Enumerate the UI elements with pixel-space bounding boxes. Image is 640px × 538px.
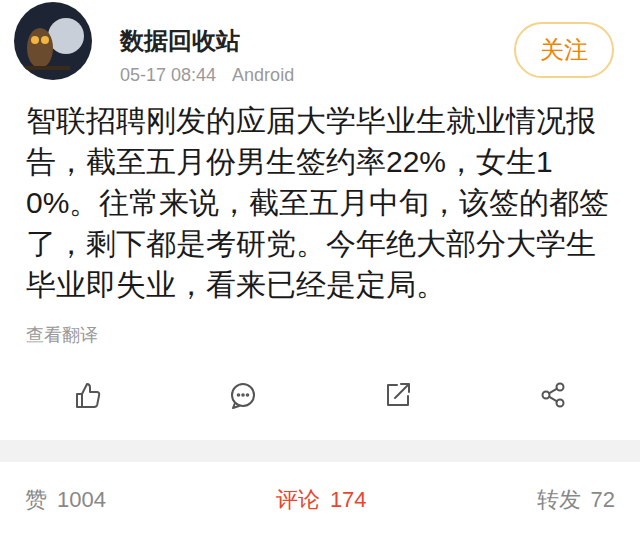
comment-icon[interactable]	[228, 380, 258, 410]
stat-label: 赞	[25, 486, 47, 514]
post-header: 数据回收站 05-17 08:44 Android 关注	[0, 0, 640, 100]
user-name[interactable]: 数据回收站	[120, 26, 294, 56]
post-device: Android	[232, 64, 294, 86]
post-text: 智联招聘刚发的应届大学毕业生就业情况报告，截至五月份男生签约率22%，女生10%…	[0, 100, 640, 305]
stat-label: 转发	[537, 486, 581, 514]
follow-button[interactable]: 关注	[514, 22, 614, 78]
repost-icon[interactable]	[383, 380, 413, 410]
stats-bar: 赞 1004 评论 174 转发 72	[0, 462, 640, 538]
stat-count: 1004	[57, 486, 106, 514]
stat-label: 评论	[276, 486, 320, 514]
stat-tab[interactable]: 赞 1004	[25, 486, 106, 514]
stat-count: 72	[591, 486, 615, 514]
post-meta: 05-17 08:44 Android	[120, 64, 294, 86]
translate-link[interactable]: 查看翻译	[0, 323, 640, 347]
share-icon[interactable]	[538, 380, 568, 410]
post-time: 05-17 08:44	[120, 64, 216, 86]
avatar[interactable]	[14, 2, 92, 80]
like-icon[interactable]	[73, 380, 103, 410]
user-info: 数据回收站 05-17 08:44 Android	[120, 2, 294, 86]
stat-count: 174	[330, 486, 367, 514]
separator	[0, 440, 640, 462]
stat-tab[interactable]: 转发 72	[537, 486, 615, 514]
stat-tab[interactable]: 评论 174	[276, 486, 367, 514]
action-bar	[0, 365, 640, 425]
